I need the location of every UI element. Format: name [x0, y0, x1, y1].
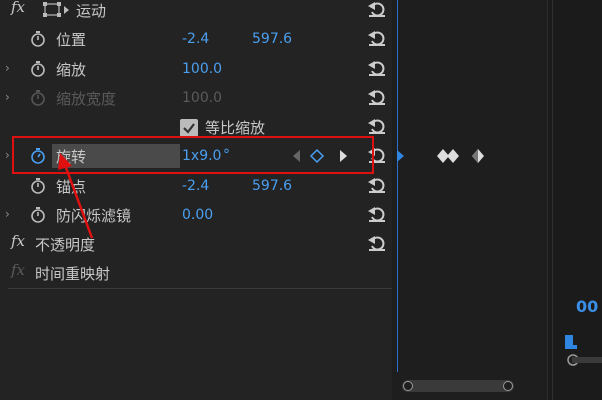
- timeline-zoom-scrollbar[interactable]: [402, 380, 514, 392]
- anchor-row: 锚点 -2.4 597.6: [0, 172, 392, 201]
- mini-scrollbar[interactable]: [572, 357, 602, 363]
- twirl-chevron-icon[interactable]: ›: [5, 90, 10, 104]
- stopwatch-icon[interactable]: [30, 31, 46, 47]
- timeline-marker-icon[interactable]: [563, 335, 579, 353]
- motion-effect-row[interactable]: fx 运动: [0, 0, 392, 25]
- fx-icon[interactable]: fx: [11, 232, 25, 250]
- reset-icon[interactable]: [366, 0, 388, 19]
- panel-divider: [8, 288, 392, 289]
- uniform-scale-label: 等比缩放: [205, 119, 266, 137]
- reset-icon[interactable]: [366, 175, 388, 195]
- reset-icon[interactable]: [366, 204, 388, 224]
- stopwatch-icon[interactable]: [30, 178, 46, 194]
- timecode-display[interactable]: 00: [576, 297, 598, 316]
- playhead-line[interactable]: [397, 0, 398, 372]
- anti-flicker-row: › 防闪烁滤镜 0.00: [0, 201, 392, 230]
- stopwatch-icon[interactable]: [30, 61, 46, 77]
- keyframe-timeline[interactable]: [392, 0, 547, 400]
- anchor-y-value[interactable]: 597.6: [252, 178, 292, 194]
- reset-icon[interactable]: [366, 116, 388, 136]
- scale-width-row: › 缩放宽度 100.0: [0, 84, 392, 113]
- rotation-keyframes: [437, 149, 484, 163]
- keyframe-diamond-icon[interactable]: [447, 149, 459, 163]
- scale-label: 缩放: [56, 61, 87, 79]
- reset-icon[interactable]: [366, 87, 388, 107]
- position-label: 位置: [56, 31, 87, 49]
- time-remap-label: 时间重映射: [35, 265, 111, 283]
- twirl-chevron-icon[interactable]: ›: [5, 61, 10, 75]
- scale-width-label: 缩放宽度: [56, 90, 117, 108]
- position-x-value[interactable]: -2.4: [182, 31, 209, 47]
- opacity-effect-row[interactable]: fx 不透明度: [0, 230, 392, 259]
- time-remap-effect-row[interactable]: fx 时间重映射: [0, 259, 392, 288]
- fx-icon[interactable]: fx: [11, 0, 25, 16]
- keyframe-start-marker-icon[interactable]: [397, 150, 405, 162]
- stopwatch-icon: [31, 90, 45, 106]
- reset-icon[interactable]: [366, 233, 388, 253]
- uniform-scale-checkbox[interactable]: [180, 119, 198, 137]
- twirl-chevron-icon[interactable]: ›: [5, 207, 10, 221]
- motion-label: 运动: [76, 2, 107, 20]
- opacity-label: 不透明度: [35, 236, 96, 254]
- stopwatch-icon[interactable]: [30, 207, 46, 223]
- position-row: 位置 -2.4 597.6: [0, 25, 392, 54]
- scrollbar-right-handle[interactable]: [503, 381, 513, 391]
- reset-icon[interactable]: [366, 28, 388, 48]
- reset-icon[interactable]: [366, 58, 388, 78]
- scale-row: › 缩放 100.0: [0, 55, 392, 84]
- fx-icon: fx: [11, 261, 26, 279]
- transform-box-icon[interactable]: [42, 2, 70, 18]
- anti-flicker-value[interactable]: 0.00: [182, 207, 213, 223]
- scrollbar-left-handle[interactable]: [403, 381, 413, 391]
- scale-width-value: 100.0: [182, 90, 223, 106]
- position-y-value[interactable]: 597.6: [252, 31, 292, 47]
- panel-separator: [552, 0, 553, 400]
- twirl-chevron-icon[interactable]: ›: [5, 148, 10, 162]
- anchor-x-value[interactable]: -2.4: [182, 178, 209, 194]
- effect-controls-panel: fx 运动 位置 -2.4 597.6 › 缩放 100.0 › 缩放宽度 10…: [0, 0, 392, 400]
- rotation-highlight-box: [12, 136, 374, 174]
- anti-flicker-label: 防闪烁滤镜: [56, 207, 132, 225]
- anchor-label: 锚点: [56, 178, 87, 196]
- scale-value[interactable]: 100.0: [182, 61, 222, 77]
